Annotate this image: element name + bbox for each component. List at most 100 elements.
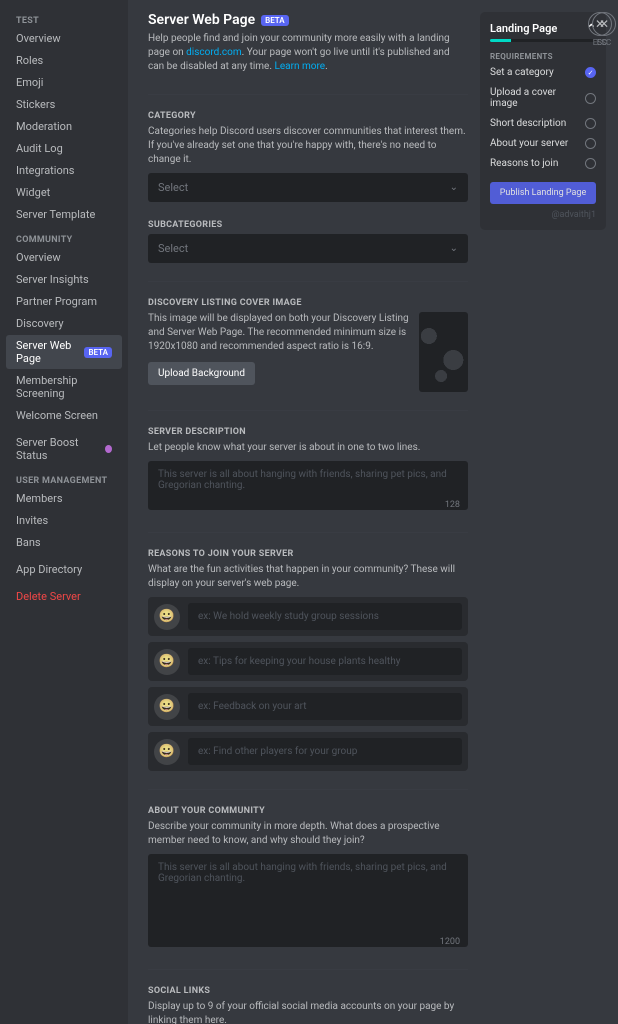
reasons-label: REASONS TO JOIN YOUR SERVER bbox=[148, 549, 468, 559]
sidebar-item-community-overview[interactable]: Overview bbox=[6, 247, 122, 268]
page-description: Help people find and join your community… bbox=[148, 32, 468, 74]
publish-button[interactable]: Publish Landing Page bbox=[490, 182, 596, 204]
sidebar-item-discovery[interactable]: Discovery bbox=[6, 313, 122, 334]
about-count: 1200 bbox=[440, 937, 460, 947]
requirements-title-text: Landing Page bbox=[490, 22, 557, 35]
page-title: Server Web Page BETA bbox=[148, 12, 468, 28]
sidebar-item-server-web-page[interactable]: Server Web Page BETA bbox=[6, 335, 122, 369]
subcategories-select[interactable]: Select ⌄ bbox=[148, 234, 468, 263]
requirement-item: Short description bbox=[490, 118, 596, 129]
circle-icon bbox=[585, 158, 596, 169]
social-section: SOCIAL LINKS Display up to 9 of your off… bbox=[148, 986, 468, 1024]
sidebar-item-overview[interactable]: Overview bbox=[6, 28, 122, 49]
circle-icon bbox=[585, 93, 596, 104]
social-label: SOCIAL LINKS bbox=[148, 986, 468, 996]
sidebar-item-invites[interactable]: Invites bbox=[6, 510, 122, 531]
sidebar-item-label: Server Boost Status bbox=[16, 436, 101, 462]
subcategories-select-value: Select bbox=[158, 242, 188, 255]
category-section: CATEGORY Categories help Discord users d… bbox=[148, 111, 468, 202]
category-description: Categories help Discord users discover c… bbox=[148, 125, 468, 167]
subcategories-section: SUBCATEGORIES Select ⌄ bbox=[148, 220, 468, 263]
sidebar-section-user-management: USER MANAGEMENT bbox=[6, 472, 122, 488]
server-description-label: SERVER DESCRIPTION bbox=[148, 427, 468, 437]
sidebar-section-community: COMMUNITY bbox=[6, 231, 122, 247]
discord-link[interactable]: discord.com bbox=[186, 47, 241, 58]
about-input[interactable] bbox=[148, 854, 468, 947]
upload-background-button[interactable]: Upload Background bbox=[148, 362, 255, 385]
sidebar-item-emoji[interactable]: Emoji bbox=[6, 72, 122, 93]
requirement-item: About your server bbox=[490, 138, 596, 149]
requirements-progress bbox=[490, 39, 596, 42]
sidebar-item-partner-program[interactable]: Partner Program bbox=[6, 291, 122, 312]
emoji-picker-button[interactable]: 😀 bbox=[154, 649, 180, 675]
title-beta-badge: BETA bbox=[261, 15, 289, 26]
boost-indicator-icon bbox=[105, 445, 112, 453]
close-button[interactable]: ✕ bbox=[588, 12, 612, 36]
sidebar-item-members[interactable]: Members bbox=[6, 488, 122, 509]
about-label: ABOUT YOUR COMMUNITY bbox=[148, 806, 468, 816]
check-icon: ✓ bbox=[585, 67, 596, 78]
category-select[interactable]: Select ⌄ bbox=[148, 173, 468, 202]
reasons-description: What are the fun activities that happen … bbox=[148, 563, 468, 591]
server-description-desc: Let people know what your server is abou… bbox=[148, 441, 468, 455]
sidebar-item-roles[interactable]: Roles bbox=[6, 50, 122, 71]
sidebar-item-server-template[interactable]: Server Template bbox=[6, 204, 122, 225]
sidebar-item-welcome-screen[interactable]: Welcome Screen bbox=[6, 405, 122, 426]
username-hint: @advaithj1 bbox=[490, 210, 596, 220]
category-select-value: Select bbox=[158, 181, 188, 194]
learn-more-link[interactable]: Learn more bbox=[274, 61, 325, 72]
sidebar-item-membership-screening[interactable]: Membership Screening bbox=[6, 370, 122, 404]
requirements-title[interactable]: Landing Page ⌃ bbox=[490, 22, 596, 35]
subcategories-label: SUBCATEGORIES bbox=[148, 220, 468, 230]
reasons-section: REASONS TO JOIN YOUR SERVER What are the… bbox=[148, 549, 468, 771]
reason-item: 😀 bbox=[148, 687, 468, 726]
sidebar-item-widget[interactable]: Widget bbox=[6, 182, 122, 203]
reason-item: 😀 bbox=[148, 732, 468, 771]
sidebar-item-integrations[interactable]: Integrations bbox=[6, 160, 122, 181]
sidebar-item-server-insights[interactable]: Server Insights bbox=[6, 269, 122, 290]
chevron-down-icon: ⌄ bbox=[450, 243, 458, 254]
category-label: CATEGORY bbox=[148, 111, 468, 121]
sidebar-item-server-boost[interactable]: Server Boost Status bbox=[6, 432, 122, 466]
requirements-label: REQUIREMENTS bbox=[490, 52, 596, 61]
beta-badge: BETA bbox=[84, 347, 112, 358]
circle-icon bbox=[585, 138, 596, 149]
emoji-picker-button[interactable]: 😀 bbox=[154, 604, 180, 630]
sidebar-section-test: TEST bbox=[6, 12, 122, 28]
server-description-count: 128 bbox=[445, 500, 460, 510]
reason-input-2[interactable] bbox=[188, 648, 462, 675]
reason-item: 😀 bbox=[148, 597, 468, 636]
reason-item: 😀 bbox=[148, 642, 468, 681]
cover-image-preview bbox=[419, 312, 468, 392]
social-description: Display up to 9 of your official social … bbox=[148, 1000, 468, 1024]
requirement-item: Reasons to join bbox=[490, 158, 596, 169]
circle-icon bbox=[585, 118, 596, 129]
page-title-text: Server Web Page bbox=[148, 12, 255, 28]
server-description-input[interactable] bbox=[148, 461, 468, 510]
sidebar-item-moderation[interactable]: Moderation bbox=[6, 116, 122, 137]
reason-input-3[interactable] bbox=[188, 693, 462, 720]
close-label: ESC bbox=[588, 38, 612, 47]
about-description: Describe your community in more depth. W… bbox=[148, 820, 468, 848]
cover-label: DISCOVERY LISTING COVER IMAGE bbox=[148, 298, 468, 308]
sidebar-item-delete-server[interactable]: Delete Server bbox=[6, 586, 122, 607]
sidebar-item-stickers[interactable]: Stickers bbox=[6, 94, 122, 115]
requirement-item: Upload a cover image bbox=[490, 87, 596, 109]
reason-input-4[interactable] bbox=[188, 738, 462, 765]
sidebar-item-bans[interactable]: Bans bbox=[6, 532, 122, 553]
cover-section: DISCOVERY LISTING COVER IMAGE This image… bbox=[148, 298, 468, 392]
sidebar-item-audit-log[interactable]: Audit Log bbox=[6, 138, 122, 159]
about-section: ABOUT YOUR COMMUNITY Describe your commu… bbox=[148, 806, 468, 951]
sidebar-item-label: Server Web Page bbox=[16, 339, 80, 365]
reason-input-1[interactable] bbox=[188, 603, 462, 630]
sidebar-item-app-directory[interactable]: App Directory bbox=[6, 559, 122, 580]
requirement-item: Set a category ✓ bbox=[490, 67, 596, 78]
sidebar: TEST Overview Roles Emoji Stickers Moder… bbox=[0, 0, 128, 1024]
emoji-picker-button[interactable]: 😀 bbox=[154, 739, 180, 765]
emoji-picker-button[interactable]: 😀 bbox=[154, 694, 180, 720]
cover-description: This image will be displayed on both you… bbox=[148, 312, 409, 354]
server-description-section: SERVER DESCRIPTION Let people know what … bbox=[148, 427, 468, 514]
esc-container: ✕ ESC bbox=[588, 12, 612, 47]
main-wrap: Server Web Page BETA Help people find an… bbox=[128, 0, 618, 1024]
chevron-down-icon: ⌄ bbox=[450, 182, 458, 193]
